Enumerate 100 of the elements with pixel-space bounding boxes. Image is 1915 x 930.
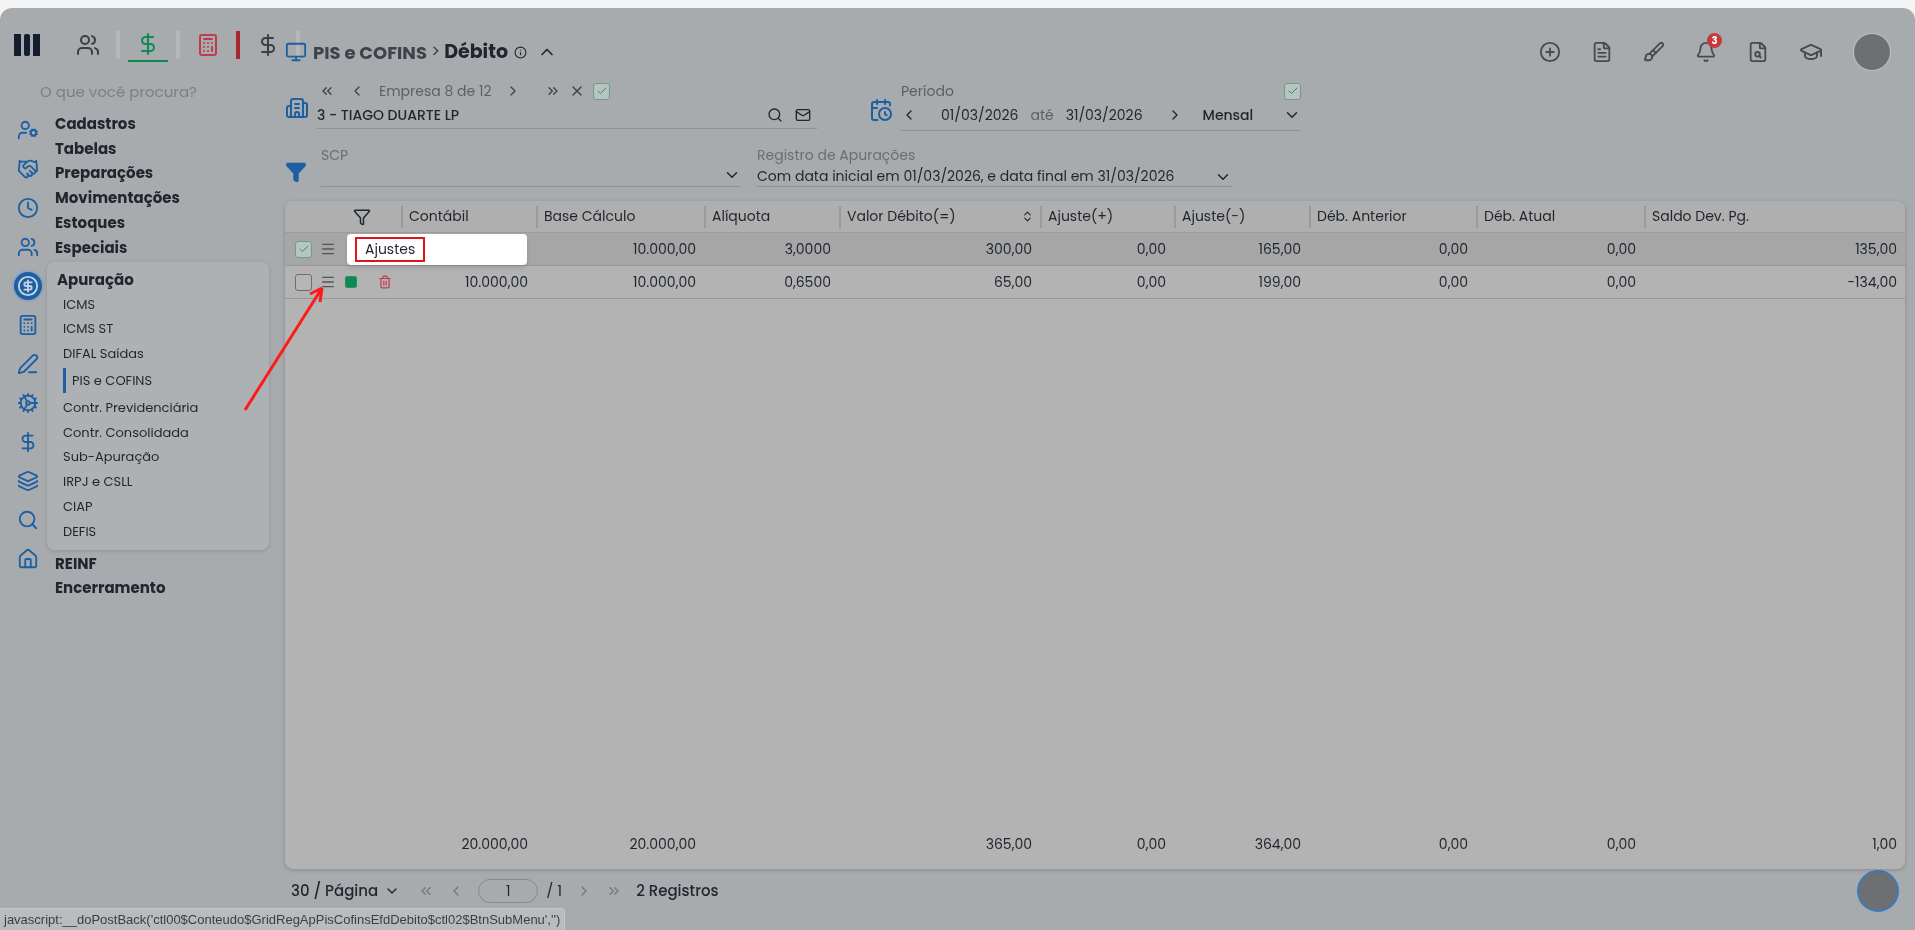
page-title: Débito	[444, 37, 508, 67]
submenu-item[interactable]: CIAP	[57, 494, 93, 519]
checkmark-icon	[596, 85, 608, 97]
period-mode-select[interactable]: Mensal	[1202, 104, 1283, 126]
breadcrumb-separator: >	[430, 39, 441, 65]
table-cell: 0,00	[1136, 238, 1166, 260]
total-cell: 365,00	[985, 833, 1032, 855]
table-cell: 0,00	[1438, 238, 1468, 260]
people-icon	[76, 33, 100, 57]
avatar-placeholder[interactable]	[1853, 33, 1891, 71]
registro-label: Registro de Apurações	[757, 145, 917, 166]
table-cell: 0,00	[1606, 271, 1636, 293]
column-header[interactable]: Contábil	[401, 205, 536, 228]
column-header[interactable]: Base Cálculo	[536, 205, 704, 228]
table-cell: 65,00	[993, 271, 1032, 293]
filter-icon	[285, 161, 307, 183]
filter-icon[interactable]	[353, 207, 371, 226]
period-checkbox[interactable]	[1284, 82, 1301, 100]
column-header[interactable]: Valor Débito(=)	[839, 205, 1040, 228]
submenu-item[interactable]: Contr. Consolidada	[57, 420, 189, 445]
report-search-icon[interactable]	[1747, 41, 1769, 63]
registro-select[interactable]: Com data inicial em 01/03/2026, e data final em 31/03/2026	[757, 166, 1214, 187]
column-header[interactable]: Ajuste(-)	[1174, 205, 1309, 228]
end-date-field[interactable]: 31/03/2026	[1065, 104, 1143, 126]
company-counter: Empresa 8 de 12	[379, 80, 492, 102]
mail-icon[interactable]	[795, 107, 811, 123]
menu-icon[interactable]	[320, 241, 336, 257]
table-cell: -134,00	[1847, 271, 1897, 293]
building-icon	[285, 96, 309, 120]
submenu-item[interactable]: ICMS	[57, 292, 96, 317]
notification-badge: 3	[1707, 33, 1722, 48]
menu-icon[interactable]	[320, 274, 336, 290]
total-cell: 0,00	[1606, 833, 1636, 855]
logo-icon	[14, 34, 40, 56]
total-cell: 0,00	[1136, 833, 1166, 855]
ajustes-menu-item[interactable]: Ajustes	[355, 237, 426, 262]
dollar-icon[interactable]	[13, 272, 42, 300]
submenu-item[interactable]: IRPJ e CSLL	[57, 469, 133, 495]
table-cell: 3,0000	[784, 238, 831, 260]
table-cell: 0,00	[1136, 271, 1166, 293]
checkmark-icon	[297, 243, 310, 255]
menu-item[interactable]: Estoques	[55, 210, 126, 236]
page-count: / 1	[546, 879, 563, 903]
menu-item[interactable]: Cadastros	[55, 112, 136, 137]
menu-item[interactable]: Encerramento	[55, 576, 166, 601]
table-cell: 10.000,00	[633, 271, 696, 293]
row-checkbox[interactable]	[295, 273, 312, 291]
start-date-field[interactable]: 01/03/2026	[941, 104, 1019, 126]
table-cell: 135,00	[1855, 238, 1897, 260]
period-label: Período	[901, 80, 954, 102]
scp-label: SCP	[321, 145, 350, 166]
column-header[interactable]: Saldo Dev. Pg.	[1644, 205, 1905, 228]
menu-item[interactable]: Preparações	[55, 161, 154, 187]
page-size-select[interactable]: 30 / Página	[291, 879, 401, 903]
menu-item[interactable]: Movimentações	[55, 186, 180, 211]
table-cell: 10.000,00	[465, 271, 528, 293]
table-cell: 300,00	[985, 238, 1032, 260]
submenu-item[interactable]: PIS e COFINS	[63, 368, 153, 394]
table-cell: 165,00	[1258, 238, 1301, 260]
column-header[interactable]: Déb. Atual	[1476, 205, 1644, 228]
add-icon[interactable]	[1539, 41, 1561, 63]
document-icon[interactable]	[1591, 41, 1613, 63]
submenu-item[interactable]: DIFAL Saídas	[57, 341, 144, 367]
company-field[interactable]: 3 - TIAGO DUARTE LP	[317, 104, 767, 126]
total-cell: 364,00	[1254, 833, 1301, 855]
menu-item[interactable]: Apuração	[57, 268, 134, 293]
column-header[interactable]: Ajuste(+)	[1040, 205, 1174, 228]
column-header[interactable]: Alíquota	[704, 205, 839, 228]
trash-icon[interactable]	[378, 275, 392, 289]
table-cell: 10.000,00	[633, 238, 696, 260]
submenu-item[interactable]: Sub-Apuração	[57, 444, 160, 470]
checkmark-icon	[1286, 85, 1299, 97]
column-header[interactable]: Déb. Anterior	[1309, 205, 1476, 228]
monitor-icon	[285, 41, 307, 63]
info-icon[interactable]	[514, 45, 527, 59]
submenu-item[interactable]: ICMS ST	[57, 316, 114, 342]
record-count: 2 Registros	[636, 879, 719, 903]
sort-icon[interactable]	[1021, 210, 1034, 223]
menu-item[interactable]: Especiais	[55, 235, 128, 261]
search-icon[interactable]	[767, 107, 783, 123]
status-bar: javascript:__doPostBack('ctl00$Conteudo$GridRegApPisCofinsEfdDebito$ctl02$BtnSubMenu','')	[0, 908, 566, 930]
assistant-avatar[interactable]	[1857, 870, 1899, 912]
calendar-icon	[869, 98, 893, 122]
total-cell: 20.000,00	[629, 833, 696, 855]
calculator-icon	[196, 33, 220, 57]
total-cell: 1,00	[1872, 833, 1897, 855]
table-cell: 0,6500	[784, 271, 831, 293]
table-cell: 0,00	[1438, 271, 1468, 293]
total-cell: 20.000,00	[461, 833, 528, 855]
submenu-item[interactable]: DEFIS	[57, 518, 97, 544]
table-cell: 199,00	[1258, 271, 1301, 293]
table-row[interactable]: 10.000,00 10.000,00 0,6500 65,00 0,00 199,00 0,00 0,00 -134,00	[285, 266, 1905, 299]
menu-item[interactable]: REINF	[55, 551, 97, 577]
submenu-item[interactable]: Contr. Previdenciária	[57, 395, 199, 421]
date-separator: até	[1030, 104, 1054, 126]
select-all-checkbox[interactable]	[593, 82, 611, 100]
row-checkbox[interactable]	[295, 240, 312, 258]
menu-item[interactable]: Tabelas	[55, 136, 117, 162]
table-cell: 0,00	[1606, 238, 1636, 260]
breadcrumb-link[interactable]: PIS e COFINS	[313, 38, 427, 66]
